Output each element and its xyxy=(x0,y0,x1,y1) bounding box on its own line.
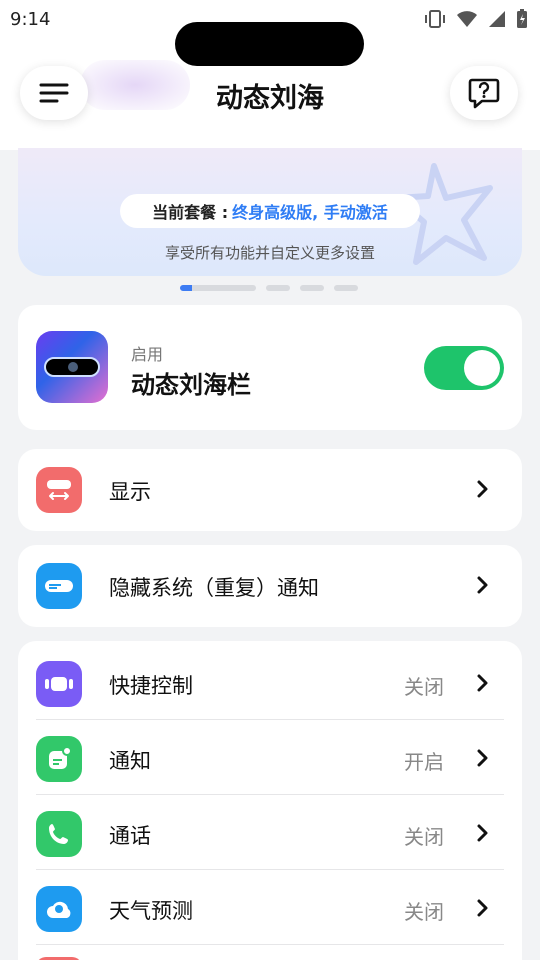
divider xyxy=(36,944,504,945)
row-label: 通知 xyxy=(109,749,151,773)
wifi-icon xyxy=(457,11,477,27)
row-label: 通话 xyxy=(109,824,151,848)
plan-label: 当前套餐 : xyxy=(152,203,229,222)
status-icons xyxy=(424,9,528,29)
row-value: 开启 xyxy=(404,750,444,774)
chevron-right-icon xyxy=(477,899,488,917)
toggle-knob xyxy=(464,350,500,386)
phone-icon xyxy=(36,811,82,857)
row-weather[interactable]: 天气预测 关闭 xyxy=(18,871,522,946)
row-call[interactable]: 通话 关闭 xyxy=(18,796,522,871)
divider xyxy=(36,719,504,720)
camera-cutout xyxy=(175,22,364,66)
display-card: 显示 xyxy=(18,449,522,531)
weather-icon xyxy=(36,886,82,932)
row-quick-control[interactable]: 快捷控制 关闭 xyxy=(18,646,522,721)
plan-value: 终身高级版, 手动激活 xyxy=(232,203,388,222)
feature-name: 动态刘海栏 xyxy=(131,371,251,399)
dynamic-notch-card: 启用 动态刘海栏 xyxy=(18,305,522,430)
carousel-indicator xyxy=(180,285,358,291)
signal-icon xyxy=(489,11,505,27)
row-label: 显示 xyxy=(109,480,151,504)
row-display[interactable]: 显示 xyxy=(18,452,522,527)
battery-icon xyxy=(517,9,527,28)
carousel-dot[interactable] xyxy=(334,285,358,291)
carousel-dot[interactable] xyxy=(266,285,290,291)
chevron-right-icon xyxy=(477,576,488,594)
divider xyxy=(36,869,504,870)
vibrate-icon xyxy=(425,10,445,28)
enable-toggle[interactable] xyxy=(424,346,504,390)
features-list-card: 快捷控制 关闭 通知 开启 通话 关闭 天气预测 关闭 xyxy=(18,641,522,960)
display-icon xyxy=(36,467,82,513)
enable-label: 启用 xyxy=(131,345,164,364)
row-value: 关闭 xyxy=(404,675,444,699)
banner-subtitle: 享受所有功能并自定义更多设置 xyxy=(164,244,375,262)
chevron-right-icon xyxy=(477,480,488,498)
row-label: 隐藏系统（重复）通知 xyxy=(109,576,319,600)
header: 动态刘海 xyxy=(0,66,540,122)
row-value: 关闭 xyxy=(404,825,444,849)
quick-control-icon xyxy=(36,661,82,707)
carousel-dot-active[interactable] xyxy=(180,285,256,291)
island-graphic xyxy=(44,357,100,377)
divider xyxy=(36,794,504,795)
chevron-right-icon xyxy=(477,674,488,692)
notification-bar-icon xyxy=(36,563,82,609)
plan-banner[interactable]: 当前套餐 : 终身高级版, 手动激活 享受所有功能并自定义更多设置 xyxy=(18,148,522,276)
row-hide-notification[interactable]: 隐藏系统（重复）通知 xyxy=(18,548,522,623)
plan-pill: 当前套餐 : 终身高级版, 手动激活 xyxy=(120,194,420,228)
row-label: 天气预测 xyxy=(109,899,193,923)
hide-notification-card: 隐藏系统（重复）通知 xyxy=(18,545,522,627)
row-value: 关闭 xyxy=(404,900,444,924)
help-bubble-icon xyxy=(468,78,500,109)
row-label: 快捷控制 xyxy=(109,674,193,698)
notification-icon xyxy=(36,736,82,782)
chevron-right-icon xyxy=(477,824,488,842)
chevron-right-icon xyxy=(477,749,488,767)
help-button[interactable] xyxy=(450,66,518,120)
app-icon xyxy=(36,331,108,403)
row-notification[interactable]: 通知 开启 xyxy=(18,721,522,796)
carousel-dot[interactable] xyxy=(300,285,324,291)
status-time: 9:14 xyxy=(10,8,51,30)
